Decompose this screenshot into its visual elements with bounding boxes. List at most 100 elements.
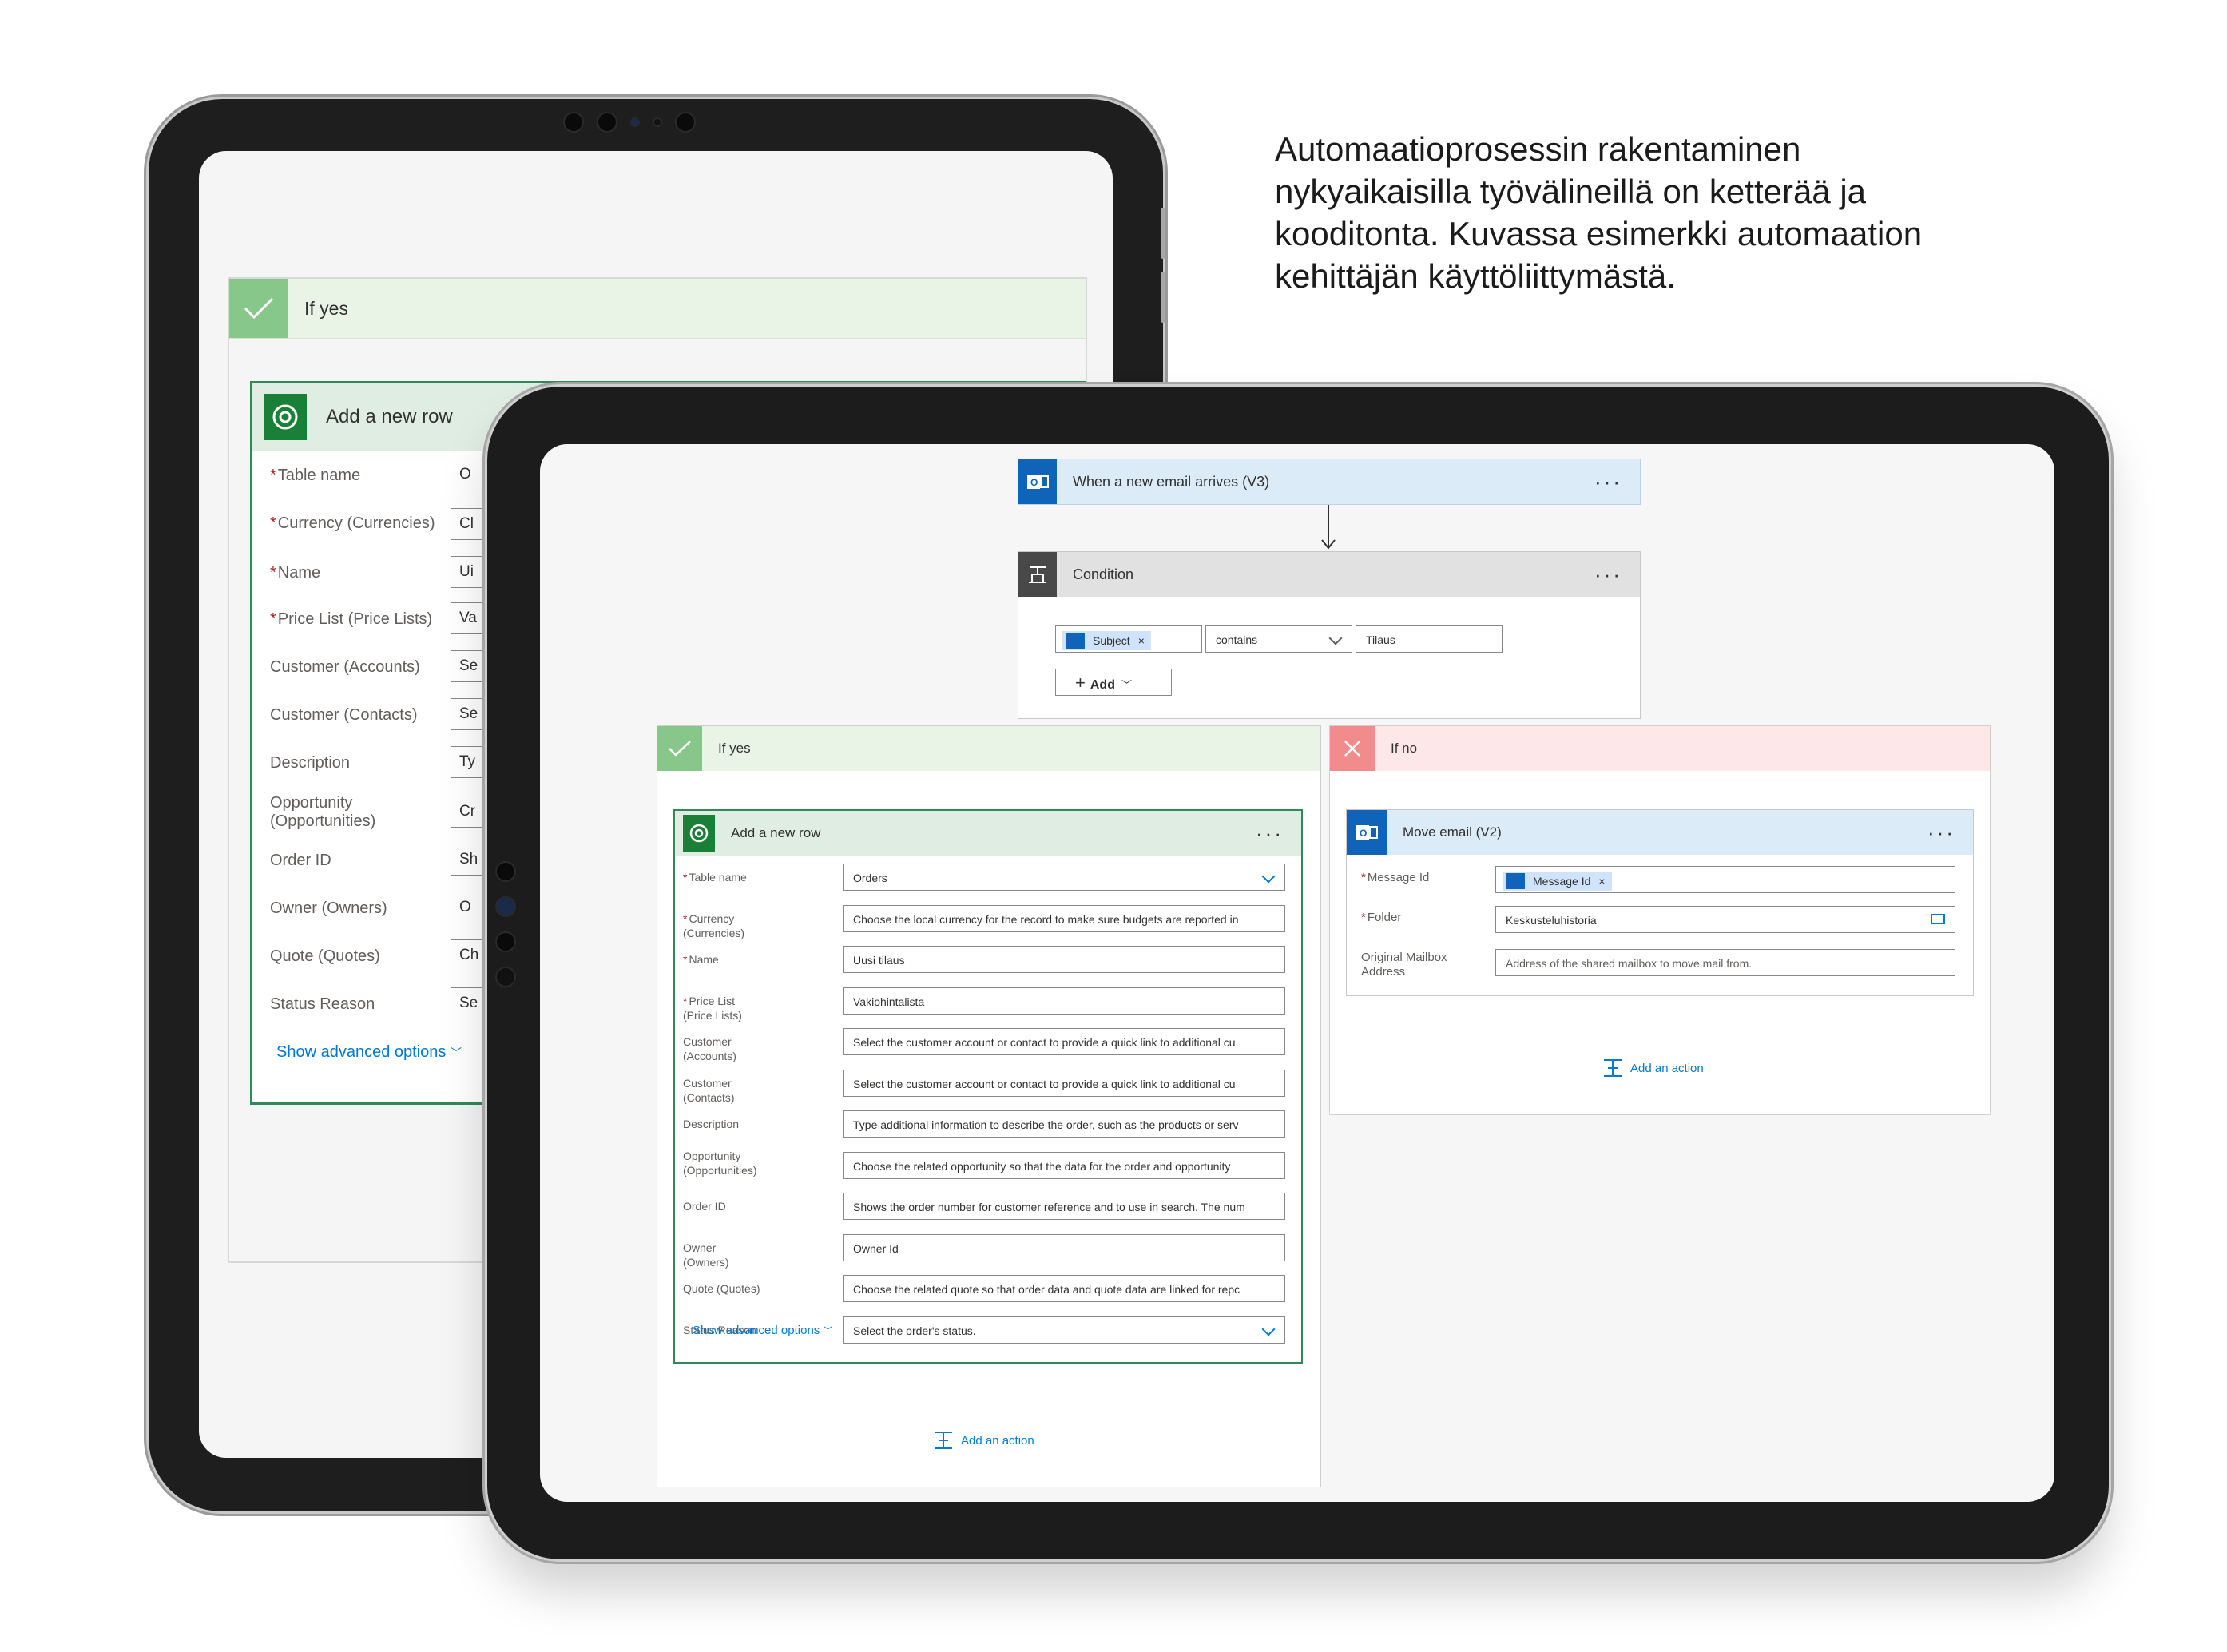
trigger-card[interactable]: O When a new email arrives (V3) ··· [1018,459,1641,505]
condition-card: Condition ··· Subject × contains Tilaus +… [1018,551,1641,719]
svg-text:O: O [1030,477,1038,488]
add-action-icon [1604,1059,1622,1077]
caption-line: kooditonta. Kuvassa esimerkki automaatio… [1275,215,1923,252]
folder-picker-icon[interactable] [1931,914,1945,924]
field-input[interactable]: Select the customer account or contact t… [843,1069,1285,1097]
show-advanced-options-link[interactable]: Show advanced options ﹀ [693,1324,832,1337]
plus-icon: + [1075,673,1086,693]
field-label: * Folder [1361,911,1402,924]
more-options-icon[interactable]: ··· [1594,564,1622,585]
outlook-icon: O [1018,459,1057,504]
field-label: * Currency (Currencies) [683,911,745,939]
caption-line: kehittäjän käyttöliittymästä. [1275,257,1676,295]
remove-token-icon[interactable]: × [1598,868,1605,892]
card-title: Move email (V2) [1403,824,1502,840]
front-camera-array [494,861,518,987]
more-options-icon[interactable]: ··· [1927,822,1955,843]
field-label: * Name [270,564,321,582]
field-label: Quote (Quotes) [683,1282,760,1295]
field-label: Original Mailbox Address [1361,951,1447,979]
field-label: Owner (Owners) [270,899,387,917]
field-select[interactable]: Select the order's status. [843,1316,1285,1344]
dataverse-icon [264,394,307,440]
field-label: * Currency (Currencies) [270,514,435,532]
chevron-down-icon: ﹀ [1121,679,1132,691]
add-action-button[interactable]: Add an action [932,1429,1034,1451]
field-label: * Name [683,953,719,966]
field-label: Description [270,754,351,772]
if-yes-branch: If yes Add a new row ··· * Table name Orde… [657,725,1321,1487]
field-label: * Table name [270,467,361,484]
field-input[interactable]: Choose the related opportunity so that t… [843,1151,1285,1179]
checkmark-icon [657,726,702,771]
subject-token: Subject × [1062,631,1151,651]
field-input[interactable]: Shows the order number for customer refe… [843,1193,1285,1220]
mailbox-address-field[interactable]: Address of the shared mailbox to move ma… [1495,949,1955,976]
outlook-icon [1066,633,1085,649]
field-input[interactable]: Choose the local currency for the record… [843,904,1285,932]
if-no-branch: If no O Move email (V2) ··· * Message Id … [1329,725,1991,1115]
card-header[interactable]: O Move email (V2) ··· [1347,810,1973,855]
condition-icon [1018,552,1057,597]
chevron-down-icon [1261,869,1276,884]
checkmark-icon [229,279,288,338]
field-select[interactable]: Orders [843,864,1285,891]
caption-line: nykyaikaisilla työvälineillä on ketterää… [1275,173,1867,210]
field-input[interactable]: Select the customer account or contact t… [843,1028,1285,1055]
message-id-field[interactable]: Message Id × [1495,866,1955,893]
add-row-card: Add a new row ··· * Table name Orders * Curr… [673,809,1303,1364]
show-advanced-options-link[interactable]: Show advanced options ﹀ [276,1043,462,1062]
field-label: Description [683,1118,740,1130]
condition-left-operand[interactable]: Subject × [1055,625,1202,653]
card-title: Add a new row [731,825,821,840]
more-options-icon[interactable]: ··· [1594,471,1622,492]
chevron-down-icon [1261,1322,1276,1336]
field-input[interactable]: Vakiohintalista [843,987,1285,1015]
trigger-title: When a new email arrives (V3) [1073,473,1270,490]
close-icon [1330,726,1375,771]
field-label: Customer (Contacts) [270,706,418,724]
branch-label: If no [1391,741,1418,756]
move-email-card: O Move email (V2) ··· * Message Id Messag… [1346,809,1974,996]
field-label: Order ID [683,1200,726,1213]
caption-text: Automaatioprosessin rakentaminen nykyaik… [1275,128,2074,297]
field-label: Customer (Accounts) [683,1035,736,1062]
remove-token-icon[interactable]: × [1138,627,1145,652]
svg-text:O: O [1360,828,1367,839]
field-label: * Price List (Price Lists) [683,994,742,1022]
field-label: * Price List (Price Lists) [270,610,433,628]
add-condition-button[interactable]: + Add ﹀ [1055,669,1172,696]
tablet-volume-button [1161,272,1165,323]
field-label: Opportunity (Opportunities) [270,794,376,830]
add-action-icon [935,1432,952,1449]
field-label: Order ID [270,852,331,869]
outlook-icon [1506,873,1525,890]
field-label: Customer (Contacts) [683,1076,735,1104]
front-tablet-screen: O When a new email arrives (V3) ··· Cond… [540,444,2054,1502]
outlook-icon: O [1347,810,1387,855]
add-action-button[interactable]: Add an action [1602,1057,1704,1079]
field-label: * Message Id [1361,871,1430,884]
field-label: Opportunity (Opportunities) [683,1149,757,1177]
field-label: Status Reason [270,995,375,1013]
message-id-token: Message Id × [1503,872,1612,892]
more-options-icon[interactable]: ··· [1256,823,1284,844]
condition-right-operand[interactable]: Tilaus [1356,625,1503,653]
branch-label: If yes [304,297,348,319]
card-header[interactable]: Add a new row ··· [675,811,1301,856]
dataverse-icon [683,815,715,852]
field-label: Customer (Accounts) [270,658,420,676]
field-input[interactable]: Owner Id [843,1233,1285,1261]
condition-operator-select[interactable]: contains [1205,625,1352,653]
field-input[interactable]: Type additional information to describe … [843,1110,1285,1138]
field-label: Owner (Owners) [683,1241,729,1269]
condition-title: Condition [1073,566,1134,582]
folder-field[interactable]: Keskusteluhistoria [1495,906,1955,933]
tablet-volume-button [1161,208,1165,259]
field-input[interactable]: Choose the related quote so that order d… [843,1275,1285,1302]
field-input[interactable]: Uusi tilaus [843,946,1285,973]
field-label: Quote (Quotes) [270,947,380,965]
caption-line: Automaatioprosessin rakentaminen [1275,130,1801,168]
card-title: Add a new row [326,406,453,427]
down-arrow-icon [1321,505,1336,550]
